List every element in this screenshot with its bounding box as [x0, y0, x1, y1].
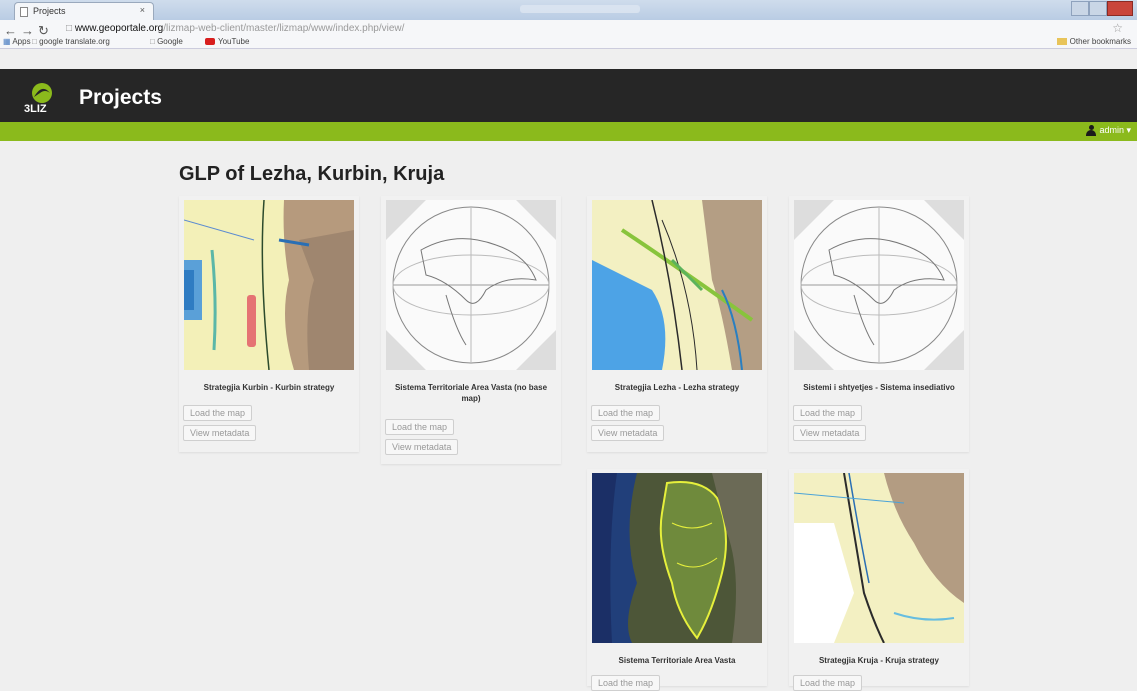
project-title: Sistemi i shtyetjes - Sistema insediativ…: [803, 383, 955, 392]
browser-tab[interactable]: Projects ×: [14, 2, 154, 20]
load-map-button[interactable]: Load the map: [591, 405, 661, 421]
url-host: www.geoportale.org: [74, 23, 164, 34]
project-title: Sistema Territoriale Area Vasta (no base…: [394, 383, 548, 403]
project-title: Strategjia Kurbin - Kurbin strategy: [203, 383, 335, 392]
page-icon: [20, 7, 28, 17]
load-map-button[interactable]: Load the map: [183, 405, 253, 421]
user-bar: admin ▾: [0, 122, 1137, 141]
bookmark-youtube[interactable]: YouTube: [205, 37, 249, 46]
satellite-thumbnail: [592, 473, 762, 643]
lizmap-logo[interactable]: 3LIZ: [23, 81, 61, 115]
load-map-button[interactable]: Load the map: [793, 405, 863, 421]
page-header-title: Projects: [79, 86, 162, 109]
folder-icon: [1056, 38, 1067, 46]
view-metadata-button[interactable]: View metadata: [385, 439, 459, 455]
other-bookmarks[interactable]: Other bookmarks: [1056, 37, 1131, 46]
browser-tab-bar: Projects ×: [0, 0, 1137, 20]
map-thumbnail-image: [184, 200, 354, 370]
load-map-button[interactable]: Load the map: [793, 675, 863, 691]
project-card: Strategjia Lezha - Lezha strategy Load t…: [587, 196, 767, 452]
tab-close-icon[interactable]: ×: [140, 5, 145, 15]
user-name: admin ▾: [1099, 125, 1131, 135]
minimize-button[interactable]: [1071, 1, 1089, 16]
app-header: 3LIZ Projects: [0, 69, 1137, 122]
project-thumbnail[interactable]: [592, 200, 762, 370]
bookmarks-bar: ▦ Apps □ google translate.org □ Google Y…: [0, 36, 1137, 50]
user-menu[interactable]: admin ▾: [1086, 125, 1131, 137]
map-thumbnail-image: [794, 473, 964, 643]
bookmark-google-translate[interactable]: □ google translate.org: [32, 37, 110, 46]
world-map-thumbnail: [386, 200, 556, 370]
project-thumbnail[interactable]: [184, 200, 354, 370]
close-window-button[interactable]: [1107, 1, 1133, 16]
maximize-button[interactable]: [1089, 1, 1107, 16]
load-map-button[interactable]: Load the map: [385, 419, 455, 435]
project-card: Sistema Territoriale Area Vasta Load the…: [587, 469, 767, 691]
youtube-icon: [205, 38, 215, 46]
project-title: Sistema Territoriale Area Vasta: [618, 656, 736, 665]
project-thumbnail[interactable]: [794, 200, 964, 370]
view-metadata-button[interactable]: View metadata: [591, 425, 665, 441]
window-controls: [1071, 1, 1133, 16]
address-bar[interactable]: □ www.geoportale.org/lizmap-web-client/m…: [66, 22, 1106, 36]
project-card: Strategjia Kruja - Kruja strategy Load t…: [789, 469, 969, 691]
view-metadata-button[interactable]: View metadata: [183, 425, 257, 441]
bookmark-apps[interactable]: ▦ Apps: [3, 37, 31, 46]
map-thumbnail-image: [592, 200, 762, 370]
project-thumbnail[interactable]: [794, 473, 964, 643]
load-map-button[interactable]: Load the map: [591, 675, 661, 691]
view-metadata-button[interactable]: View metadata: [793, 425, 867, 441]
tab-title: Projects: [33, 6, 66, 16]
project-thumbnail[interactable]: [386, 200, 556, 370]
project-title: Strategjia Kruja - Kruja strategy: [818, 656, 940, 665]
url-path: /lizmap-web-client/master/lizmap/www/ind…: [163, 23, 405, 34]
window-title: [520, 5, 640, 13]
user-icon: [1086, 125, 1097, 137]
project-card: Strategjia Kurbin - Kurbin strategy Load…: [179, 196, 359, 452]
project-card: Sistemi i shtyetjes - Sistema insediativ…: [789, 196, 969, 452]
repository-title: GLP of Lezha, Kurbin, Kruja: [179, 163, 445, 185]
project-card: Sistema Territoriale Area Vasta (no base…: [381, 196, 561, 464]
project-title: Strategjia Lezha - Lezha strategy: [614, 383, 740, 392]
bookmark-google[interactable]: □ Google: [150, 37, 183, 46]
bookmark-star-icon[interactable]: ☆: [1112, 21, 1123, 35]
world-map-thumbnail: [794, 200, 964, 370]
logo-text: 3LIZ: [24, 103, 47, 115]
project-thumbnail[interactable]: [592, 473, 762, 643]
